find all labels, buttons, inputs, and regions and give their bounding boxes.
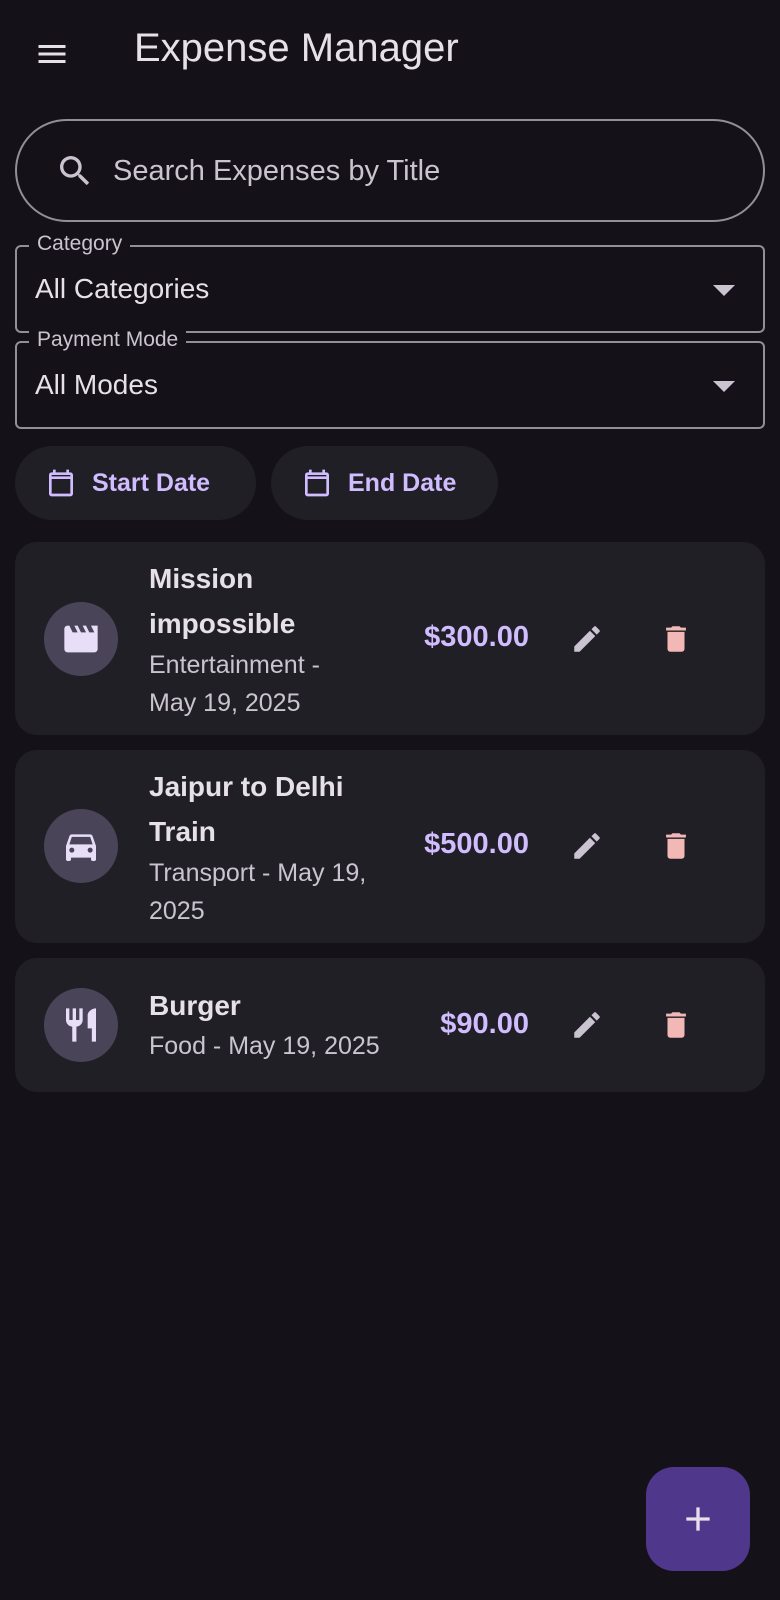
delete-icon	[666, 833, 686, 859]
restaurant-icon	[66, 1008, 96, 1042]
delete-button[interactable]	[652, 1001, 700, 1049]
start-date-label: Start Date	[92, 469, 211, 497]
edit-button[interactable]	[563, 1001, 611, 1049]
payment-mode-dropdown[interactable]: Payment Mode All Modes	[15, 328, 765, 429]
start-date-button[interactable]: Start Date	[15, 446, 256, 520]
delete-icon	[666, 626, 686, 652]
menu-icon	[38, 45, 66, 63]
expense-subtitle-line2: 2025	[149, 897, 205, 925]
expense-card[interactable]: Mission impossible Entertainment - May 1…	[15, 542, 765, 735]
add-expense-button[interactable]	[646, 1467, 750, 1571]
dropdown-arrow-icon	[713, 381, 735, 392]
expense-title-line2: Train	[149, 816, 216, 847]
end-date-label: End Date	[348, 469, 457, 497]
expense-subtitle-line2: May 19, 2025	[149, 689, 301, 717]
avatar	[44, 602, 118, 676]
expense-title-line1: Burger	[149, 990, 241, 1021]
category-value: All Categories	[35, 273, 210, 304]
expense-title-line1: Mission	[149, 563, 254, 594]
expense-card[interactable]: Jaipur to Delhi Train Transport - May 19…	[15, 750, 765, 943]
edit-icon	[574, 833, 600, 859]
calendar-icon	[305, 469, 329, 497]
expense-amount: $500.00	[424, 828, 529, 860]
category-dropdown[interactable]: Category All Categories	[15, 232, 765, 333]
edit-button[interactable]	[563, 822, 611, 870]
expense-amount: $90.00	[440, 1008, 529, 1040]
edit-button[interactable]	[563, 615, 611, 663]
app-bar: Expense Manager	[0, 0, 780, 104]
expense-subtitle-line1: Food - May 19, 2025	[149, 1032, 380, 1060]
payment-mode-label: Payment Mode	[29, 328, 187, 352]
delete-button[interactable]	[652, 615, 700, 663]
dropdown-arrow-icon	[713, 285, 735, 296]
search-input[interactable]	[113, 141, 713, 201]
avatar	[44, 809, 118, 883]
category-label: Category	[29, 232, 131, 256]
search-icon	[60, 156, 90, 186]
expense-subtitle-line1: Transport - May 19,	[149, 859, 367, 887]
expense-subtitle-line1: Entertainment -	[149, 651, 320, 679]
menu-button[interactable]	[28, 30, 76, 78]
car-icon	[66, 834, 96, 861]
avatar	[44, 988, 118, 1062]
end-date-button[interactable]: End Date	[271, 446, 498, 520]
add-icon	[686, 1507, 710, 1531]
payment-mode-value: All Modes	[35, 369, 158, 400]
calendar-icon	[49, 469, 73, 497]
movie-icon	[64, 625, 98, 653]
edit-icon	[574, 1012, 600, 1038]
page-title: Expense Manager	[134, 26, 459, 70]
expense-card[interactable]: Burger Food - May 19, 2025 $90.00	[15, 958, 765, 1092]
delete-button[interactable]	[652, 822, 700, 870]
expense-title-line1: Jaipur to Delhi	[149, 771, 344, 802]
search-bar[interactable]	[15, 119, 765, 222]
expense-title-line2: impossible	[149, 608, 296, 639]
expense-amount: $300.00	[424, 621, 529, 653]
edit-icon	[574, 626, 600, 652]
delete-icon	[666, 1012, 686, 1038]
